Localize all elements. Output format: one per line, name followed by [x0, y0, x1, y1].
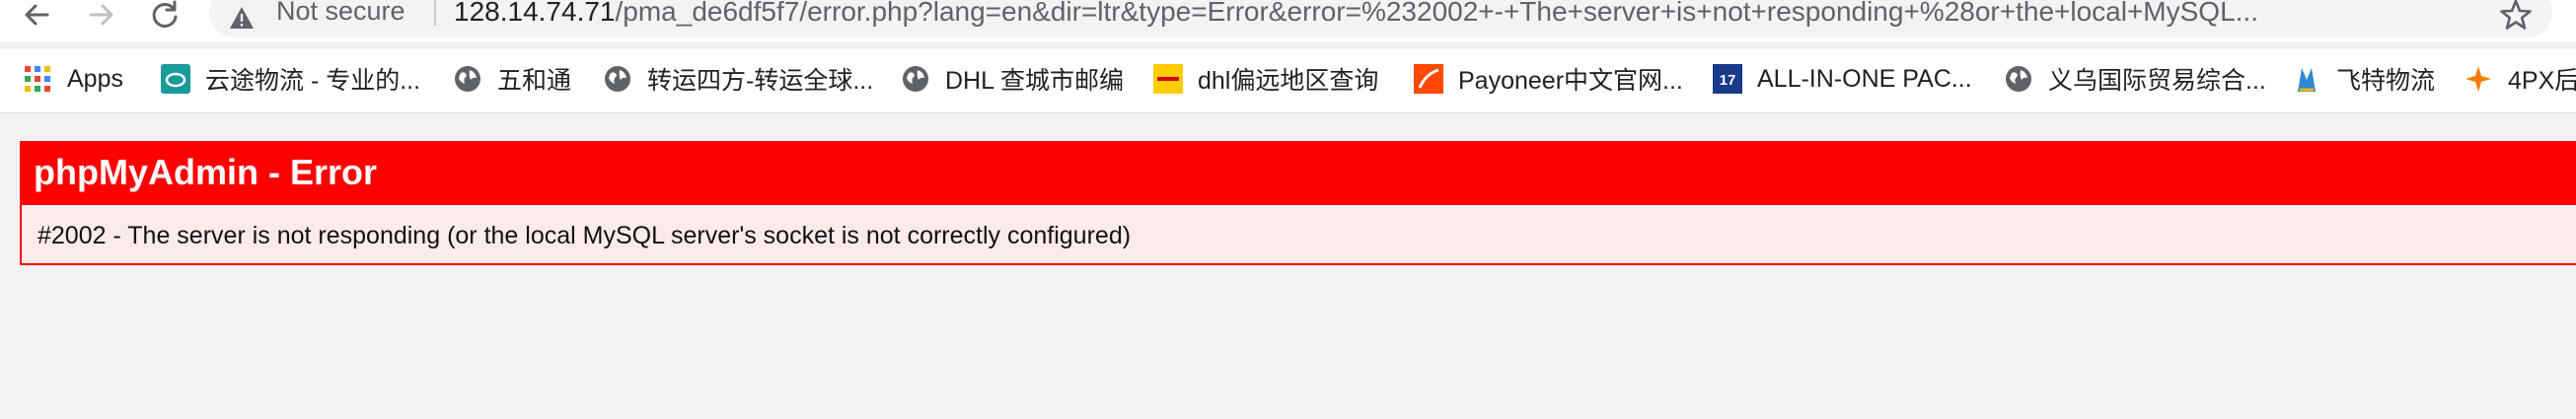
reload-icon: [152, 0, 178, 28]
reload-button[interactable]: [148, 0, 182, 30]
feite-logo-icon: [2291, 63, 2322, 95]
bookmark-star-icon[interactable]: [2499, 0, 2533, 32]
bookmark-label: Payoneer中文官网...: [1458, 67, 1683, 95]
globe-icon: [2003, 63, 2034, 95]
bookmark-label: 转运四方-转运全球...: [647, 67, 874, 95]
bookmark-yuntu[interactable]: 云途物流 - 专业的...: [160, 59, 420, 99]
bookmarks-bar: Apps 云途物流 - 专业的... 五和通 转运四方-转运全球... DHL …: [0, 49, 2576, 113]
bookmark-label: 飞特物流: [2336, 67, 2436, 95]
bookmark-dhl-postcode[interactable]: DHL 查城市邮编: [900, 59, 1124, 99]
error-box: phpMyAdmin - Error #2002 - The server is…: [20, 141, 2576, 265]
bookmark-label: dhl偏远地区查询: [1198, 67, 1379, 95]
globe-icon: [900, 63, 931, 95]
url-host: 128.14.74.71: [454, 0, 616, 27]
bookmark-label: DHL 查城市邮编: [945, 67, 1125, 95]
error-title: phpMyAdmin - Error: [34, 152, 377, 192]
back-button[interactable]: [20, 0, 53, 30]
svg-text:17: 17: [1720, 72, 1736, 89]
bookmark-zhuanyun[interactable]: 转运四方-转运全球...: [602, 59, 873, 99]
bookmark-4px[interactable]: 4PX后: [2463, 59, 2576, 99]
security-status-label[interactable]: Not secure: [276, 0, 405, 25]
dhl-logo-icon: [1152, 63, 1184, 95]
url-text[interactable]: 128.14.74.71/pma_de6df5f7/error.php?lang…: [454, 0, 2258, 26]
address-bar[interactable]: Not secure 128.14.74.71/pma_de6df5f7/err…: [209, 0, 2552, 37]
back-arrow-icon: [25, 4, 49, 26]
warning-triangle-icon: [230, 7, 254, 29]
bookmark-label: 五和通: [497, 67, 572, 95]
bookmark-feite[interactable]: 飞特物流: [2291, 59, 2435, 99]
forward-button[interactable]: [85, 0, 118, 30]
bookmark-label: 义乌国际贸易综合...: [2048, 67, 2266, 95]
url-path: /pma_de6df5f7/error.php?lang=en&dir=ltr&…: [615, 0, 2259, 27]
bookmark-dhl-remote[interactable]: dhl偏远地区查询: [1152, 59, 1378, 99]
bookmark-payoneer[interactable]: Payoneer中文官网...: [1413, 59, 1683, 99]
bookmark-apps[interactable]: Apps: [22, 59, 123, 99]
globe-icon: [452, 63, 483, 95]
bookmark-label: 云途物流 - 专业的...: [205, 67, 421, 95]
bookmark-17track[interactable]: 17 ALL-IN-ONE PAC...: [1712, 59, 1972, 99]
bookmark-label: ALL-IN-ONE PAC...: [1757, 64, 1972, 93]
bookmark-label: Apps: [67, 64, 123, 93]
yuntu-logo-icon: [160, 63, 191, 95]
bookmark-wuhetong[interactable]: 五和通: [452, 59, 571, 99]
forward-arrow-icon: [89, 4, 113, 26]
bookmark-label: 4PX后: [2508, 67, 2576, 95]
4px-logo-icon: [2463, 63, 2494, 95]
apps-grid-icon: [22, 63, 53, 95]
globe-icon: [602, 63, 633, 95]
browser-toolbar: Not secure 128.14.74.71/pma_de6df5f7/err…: [0, 0, 2576, 41]
bookmark-yiwu[interactable]: 义乌国际贸易综合...: [2003, 59, 2266, 99]
17track-logo-icon: 17: [1712, 63, 1743, 95]
address-divider: [434, 0, 436, 26]
payoneer-logo-icon: [1413, 63, 1444, 95]
error-message: #2002 - The server is not responding (or…: [37, 222, 1132, 249]
error-header: phpMyAdmin - Error: [22, 143, 2576, 205]
